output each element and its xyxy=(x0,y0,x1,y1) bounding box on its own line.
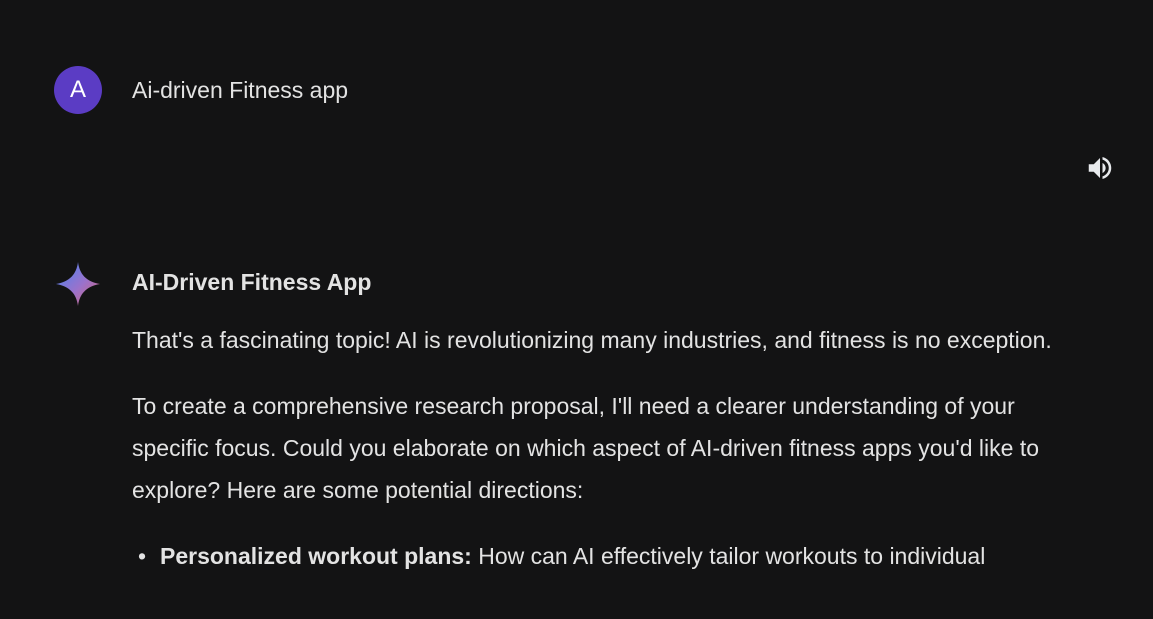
directions-list: • Personalized workout plans: How can AI… xyxy=(132,535,1052,577)
response-paragraph: To create a comprehensive research propo… xyxy=(132,393,1040,503)
list-item-heading: Personalized workout plans: xyxy=(160,543,472,569)
volume-up-icon xyxy=(1088,157,1112,179)
user-query-text: Ai-driven Fitness app xyxy=(132,76,349,103)
user-message: A Ai-driven Fitness app xyxy=(54,66,348,114)
bullet-marker: • xyxy=(138,543,147,569)
avatar[interactable]: A xyxy=(54,66,102,114)
list-item-text: How can AI effectively tailor workouts t… xyxy=(471,543,986,569)
gemini-sparkle-icon xyxy=(56,262,100,306)
response-paragraph: That's a fascinating topic! AI is revolu… xyxy=(132,327,1052,353)
response-title: AI-Driven Fitness App xyxy=(132,269,372,295)
read-aloud-button[interactable] xyxy=(1083,151,1117,185)
response-body: AI-Driven Fitness App That's a fascinati… xyxy=(132,258,1052,577)
list-item: • Personalized workout plans: How can AI… xyxy=(132,535,1052,577)
